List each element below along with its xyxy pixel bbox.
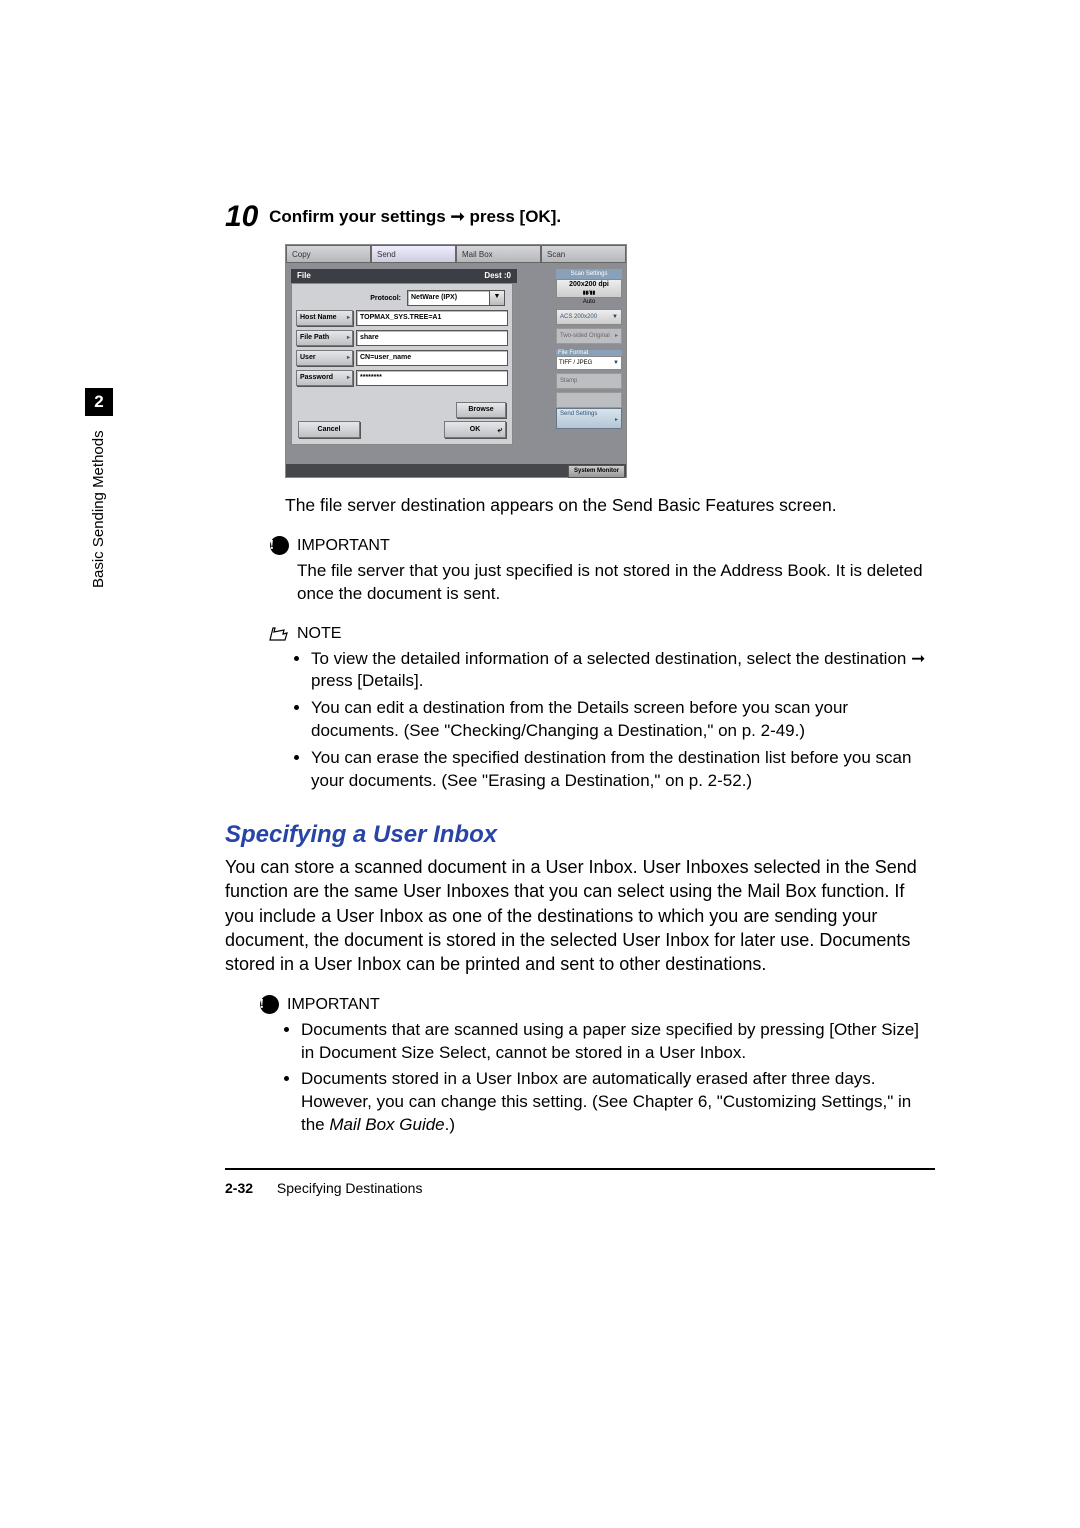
page-number: 2-32 bbox=[225, 1180, 253, 1196]
ok-button[interactable]: OK bbox=[444, 421, 506, 438]
tab-mailbox[interactable]: Mail Box bbox=[456, 245, 541, 263]
note-callout: NOTE To view the detailed information of… bbox=[269, 624, 935, 794]
resolution-value[interactable]: 200x200 dpi ▮▮/▮▮ bbox=[556, 279, 622, 298]
password-field[interactable]: ******** bbox=[356, 370, 508, 386]
important-label: IMPORTANT bbox=[287, 996, 380, 1014]
file-bar-left: File bbox=[297, 269, 311, 283]
note-icon bbox=[269, 624, 289, 644]
browse-button[interactable]: Browse bbox=[456, 402, 506, 418]
step-result-text: The file server destination appears on t… bbox=[285, 494, 935, 518]
protocol-label: Protocol: bbox=[353, 295, 404, 302]
auto-label: Auto bbox=[556, 298, 622, 306]
chapter-label: Basic Sending Methods bbox=[90, 430, 107, 588]
step-text-2: press [OK]. bbox=[465, 207, 561, 226]
protocol-field[interactable]: NetWare (IPX) bbox=[407, 290, 490, 306]
page-footer: 2-32 Specifying Destinations bbox=[225, 1168, 935, 1196]
tab-copy[interactable]: Copy bbox=[286, 245, 371, 263]
note-list: To view the detailed information of a se… bbox=[297, 648, 935, 794]
file-form: Protocol: NetWare (IPX) ▼ Host Name TOPM… bbox=[291, 283, 513, 445]
note-item: You can erase the specified destination … bbox=[311, 747, 935, 793]
acs-dropdown[interactable]: ACS 200x200▼ bbox=[556, 309, 622, 325]
section-paragraph: You can store a scanned document in a Us… bbox=[225, 855, 935, 976]
device-screenshot: Copy Send Mail Box Scan File Dest :0 Pro… bbox=[285, 244, 627, 478]
step-number: 10 bbox=[225, 200, 258, 233]
tab-send[interactable]: Send bbox=[371, 245, 456, 263]
step-heading: 10 Confirm your settings ➞ press [OK]. bbox=[225, 200, 935, 234]
page-content: 10 Confirm your settings ➞ press [OK]. C… bbox=[225, 200, 935, 1141]
system-monitor-button[interactable]: System Monitor bbox=[568, 465, 625, 478]
file-path-field[interactable]: share bbox=[356, 330, 508, 346]
important-callout-1: ! IMPORTANT The file server that you jus… bbox=[269, 536, 935, 606]
tab-scan[interactable]: Scan bbox=[541, 245, 626, 263]
file-path-button[interactable]: File Path bbox=[296, 330, 353, 346]
note-item: To view the detailed information of a se… bbox=[311, 648, 935, 694]
note-item: You can edit a destination from the Deta… bbox=[311, 697, 935, 743]
host-name-field[interactable]: TOPMAX_SYS.TREE=A1 bbox=[356, 310, 508, 326]
step-text-1: Confirm your settings bbox=[269, 207, 450, 226]
cancel-button[interactable]: Cancel bbox=[298, 421, 360, 438]
important-text: The file server that you just specified … bbox=[297, 560, 935, 606]
scan-settings-label: Scan Settings bbox=[556, 269, 622, 279]
important-label: IMPORTANT bbox=[297, 537, 390, 555]
form-bottom-row: Cancel OK bbox=[298, 421, 506, 438]
password-button[interactable]: Password bbox=[296, 370, 353, 386]
section-heading: Specifying a User Inbox bbox=[225, 821, 935, 849]
status-bar: System Monitor bbox=[286, 464, 626, 477]
send-settings-button[interactable]: Send Settings▸ bbox=[556, 408, 622, 429]
important-item: Documents stored in a User Inbox are aut… bbox=[301, 1068, 935, 1137]
host-name-button[interactable]: Host Name bbox=[296, 310, 353, 326]
protocol-dropdown-icon[interactable]: ▼ bbox=[489, 290, 505, 306]
top-tabs: Copy Send Mail Box Scan bbox=[286, 245, 626, 263]
footer-title: Specifying Destinations bbox=[277, 1180, 423, 1196]
chevron-right-icon: ▸ bbox=[615, 416, 618, 425]
file-format-dropdown[interactable]: TIFF / JPEG▼ bbox=[556, 356, 622, 370]
important-item: Documents that are scanned using a paper… bbox=[301, 1019, 935, 1065]
disabled-option bbox=[556, 392, 622, 408]
user-field[interactable]: CN=user_name bbox=[356, 350, 508, 366]
chevron-down-icon: ▼ bbox=[612, 310, 618, 324]
file-bar-right: Dest :0 bbox=[484, 269, 517, 283]
important-icon: ! bbox=[260, 995, 279, 1014]
chapter-number: 2 bbox=[85, 388, 113, 416]
important-icon: ! bbox=[270, 536, 289, 555]
important-list: Documents that are scanned using a paper… bbox=[287, 1019, 935, 1138]
user-button[interactable]: User bbox=[296, 350, 353, 366]
two-sided-button[interactable]: Two-sided Original▸ bbox=[556, 328, 622, 344]
scan-settings-panel: Scan Settings 200x200 dpi ▮▮/▮▮ Auto ACS… bbox=[556, 269, 622, 449]
chevron-down-icon: ▼ bbox=[613, 357, 619, 369]
note-label: NOTE bbox=[297, 625, 341, 643]
important-callout-2: ! IMPORTANT Documents that are scanned u… bbox=[259, 995, 935, 1138]
stamp-button[interactable]: Stamp bbox=[556, 373, 622, 389]
file-title-bar: File Dest :0 bbox=[291, 269, 517, 283]
sidebar: 2 Basic Sending Methods bbox=[85, 388, 115, 608]
arrow-icon: ➞ bbox=[450, 207, 464, 226]
